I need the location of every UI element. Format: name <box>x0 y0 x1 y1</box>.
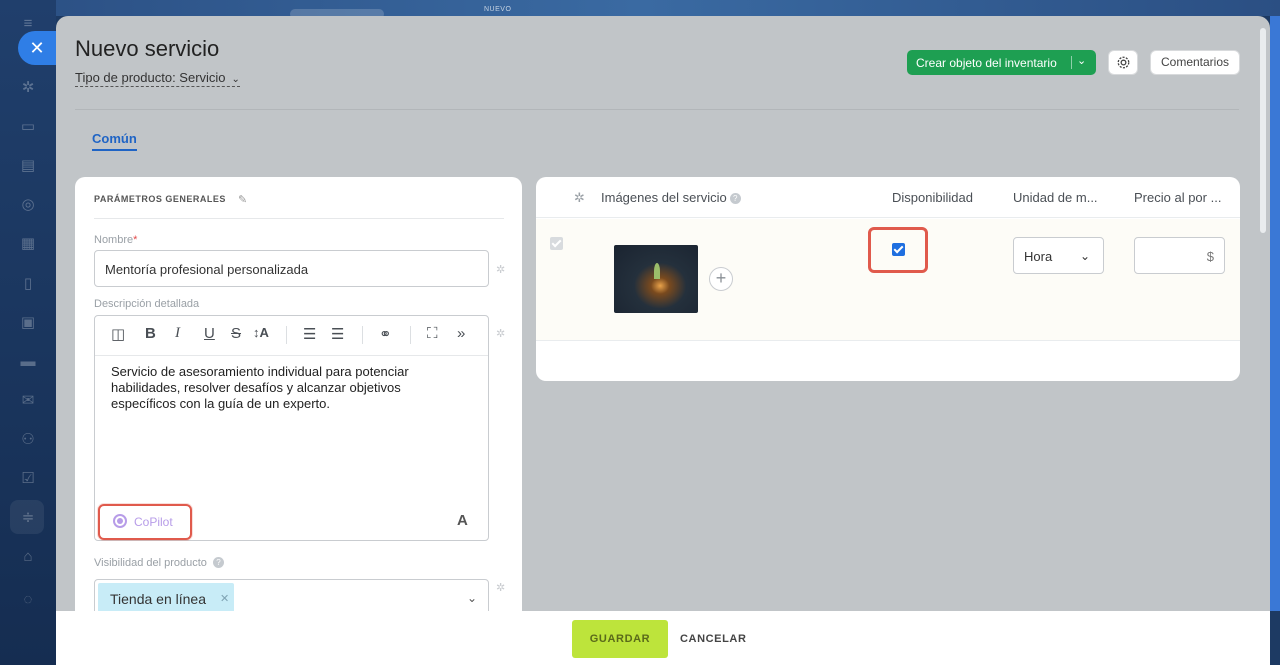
column-header-price: Precio al por ... <box>1134 190 1222 205</box>
editor-toolbar: ◫ B I U S ↕A ☰ ☰ ⚭ ⛶ » <box>95 316 488 356</box>
image-detail <box>654 263 660 279</box>
name-input[interactable]: Mentoría profesional personalizada <box>94 250 489 287</box>
description-text[interactable]: Servicio de asesoramiento individual par… <box>111 364 461 412</box>
footer-bar: GUARDAR CANCELAR <box>56 611 1270 665</box>
column-header-unit: Unidad de m... <box>1013 190 1098 205</box>
filter-icon[interactable]: ≑ <box>18 508 38 528</box>
gear-icon[interactable]: ✲ <box>496 581 505 594</box>
more-tools-icon[interactable]: » <box>457 325 465 342</box>
visibility-tag-label: Tienda en línea <box>110 591 206 607</box>
mail-icon[interactable]: ✉ <box>18 391 38 411</box>
settings-button[interactable] <box>1108 50 1138 75</box>
row-select-checkbox[interactable] <box>550 237 563 250</box>
close-icon: ✕ <box>29 38 45 58</box>
calendar-icon[interactable]: ▦ <box>18 234 38 254</box>
app-top-bar: NUEVO <box>0 0 1280 19</box>
italic-button[interactable]: I <box>175 325 180 342</box>
users-icon[interactable]: ⚇ <box>18 430 38 450</box>
page-title: Nuevo servicio <box>75 36 220 61</box>
chevron-down-icon[interactable]: ⌄ <box>1077 54 1086 67</box>
copilot-button[interactable]: CoPilot <box>98 504 192 540</box>
button-divider <box>1071 56 1072 69</box>
table-header: ✲ Imágenes del servicio? Disponibilidad … <box>536 177 1240 218</box>
card-icon[interactable]: ▬ <box>18 352 38 372</box>
toolbar-divider <box>362 326 363 344</box>
underline-button[interactable]: U <box>204 325 215 342</box>
save-button[interactable]: GUARDAR <box>572 620 668 658</box>
price-input[interactable]: $ <box>1134 237 1225 274</box>
left-navigation: ≡ ✲ ▭ ▤ ◎ ▦ ▯ ▣ ▬ ✉ ⚇ ☑ ≑ ⌂ ◌ <box>0 0 56 665</box>
table-row: + Hora ⌄ $ <box>536 219 1240 341</box>
block-format-icon[interactable]: ◫ <box>111 325 125 343</box>
product-slider-panel: Nuevo servicio Tipo de producto: Servici… <box>56 16 1270 665</box>
header-divider <box>75 109 1239 110</box>
service-table-card: ✲ Imágenes del servicio? Disponibilidad … <box>536 177 1240 381</box>
visibility-tag: Tienda en línea ✕ <box>98 583 234 613</box>
globe-icon[interactable]: ◌ <box>18 590 38 610</box>
numbered-list-icon[interactable]: ☰ <box>303 325 316 343</box>
product-type-label: Tipo de producto: Servicio <box>75 70 226 85</box>
feed-icon[interactable]: ▤ <box>18 156 38 176</box>
copilot-label: CoPilot <box>134 515 173 529</box>
gear-icon[interactable]: ✲ <box>496 327 505 340</box>
fullscreen-icon[interactable]: ⛶ <box>427 325 438 342</box>
bold-button[interactable]: B <box>145 325 156 342</box>
pencil-icon[interactable]: ✎ <box>238 193 247 206</box>
chat-icon[interactable]: ▭ <box>18 117 38 137</box>
settings-icon[interactable]: ✲ <box>18 78 38 98</box>
scrollbar[interactable] <box>1260 28 1266 233</box>
chevron-down-icon[interactable]: ⌄ <box>467 591 477 605</box>
tab-common[interactable]: Común <box>92 131 137 146</box>
currency-symbol: $ <box>1206 249 1214 264</box>
document-icon[interactable]: ▯ <box>18 274 38 294</box>
gear-icon[interactable]: ✲ <box>496 263 505 276</box>
inbox-icon[interactable]: ⌂ <box>18 547 38 567</box>
section-title: PARÁMETROS GENERALES <box>94 194 226 204</box>
strikethrough-button[interactable]: S <box>231 325 241 342</box>
toolbar-divider <box>286 326 287 344</box>
column-header-availability: Disponibilidad <box>892 190 973 205</box>
chevron-down-icon: ⌄ <box>231 74 240 85</box>
board-icon[interactable]: ▣ <box>18 313 38 333</box>
availability-checkbox[interactable] <box>892 243 905 256</box>
unit-value: Hora <box>1024 249 1053 264</box>
product-type-selector[interactable]: Tipo de producto: Servicio ⌄ <box>75 70 240 87</box>
general-parameters-card: PARÁMETROS GENERALES ✎ Nombre* Mentoría … <box>75 177 522 647</box>
gear-icon <box>1117 56 1130 69</box>
text-color-button[interactable]: A <box>457 512 468 529</box>
service-image[interactable] <box>614 245 698 313</box>
chevron-down-icon: ⌄ <box>1080 249 1091 263</box>
comments-button[interactable]: Comentarios <box>1150 50 1240 75</box>
copilot-icon <box>113 514 127 528</box>
font-size-button[interactable]: ↕A <box>253 325 269 340</box>
gear-icon[interactable]: ✲ <box>574 190 585 206</box>
create-inventory-label: Crear objeto del inventario <box>916 56 1057 70</box>
section-divider <box>94 218 504 219</box>
visibility-label: Visibilidad del producto ? <box>94 557 224 569</box>
bulleted-list-icon[interactable]: ☰ <box>331 325 344 343</box>
help-icon[interactable]: ? <box>213 557 224 568</box>
close-slider-button[interactable]: ✕ <box>18 31 56 65</box>
name-label: Nombre* <box>94 234 138 246</box>
unit-select[interactable]: Hora ⌄ <box>1013 237 1104 274</box>
target-icon[interactable]: ◎ <box>18 195 38 215</box>
remove-tag-icon[interactable]: ✕ <box>220 592 229 605</box>
description-label: Descripción detallada <box>94 298 200 310</box>
background-right-edge <box>1270 16 1280 611</box>
cancel-button[interactable]: CANCELAR <box>680 620 747 658</box>
add-image-button[interactable]: + <box>709 267 733 291</box>
help-icon[interactable]: ? <box>729 193 741 204</box>
column-header-images: Imágenes del servicio? <box>601 190 741 205</box>
toolbar-divider <box>410 326 411 344</box>
active-tab-underline <box>92 149 137 151</box>
description-editor[interactable]: ◫ B I U S ↕A ☰ ☰ ⚭ ⛶ » Servicio de aseso… <box>94 315 489 541</box>
tasks-icon[interactable]: ☑ <box>18 469 38 489</box>
top-bar-badge: NUEVO <box>484 6 512 13</box>
create-inventory-button[interactable]: Crear objeto del inventario ⌄ <box>907 50 1096 75</box>
availability-highlight <box>868 227 928 273</box>
link-icon[interactable]: ⚭ <box>379 325 392 343</box>
